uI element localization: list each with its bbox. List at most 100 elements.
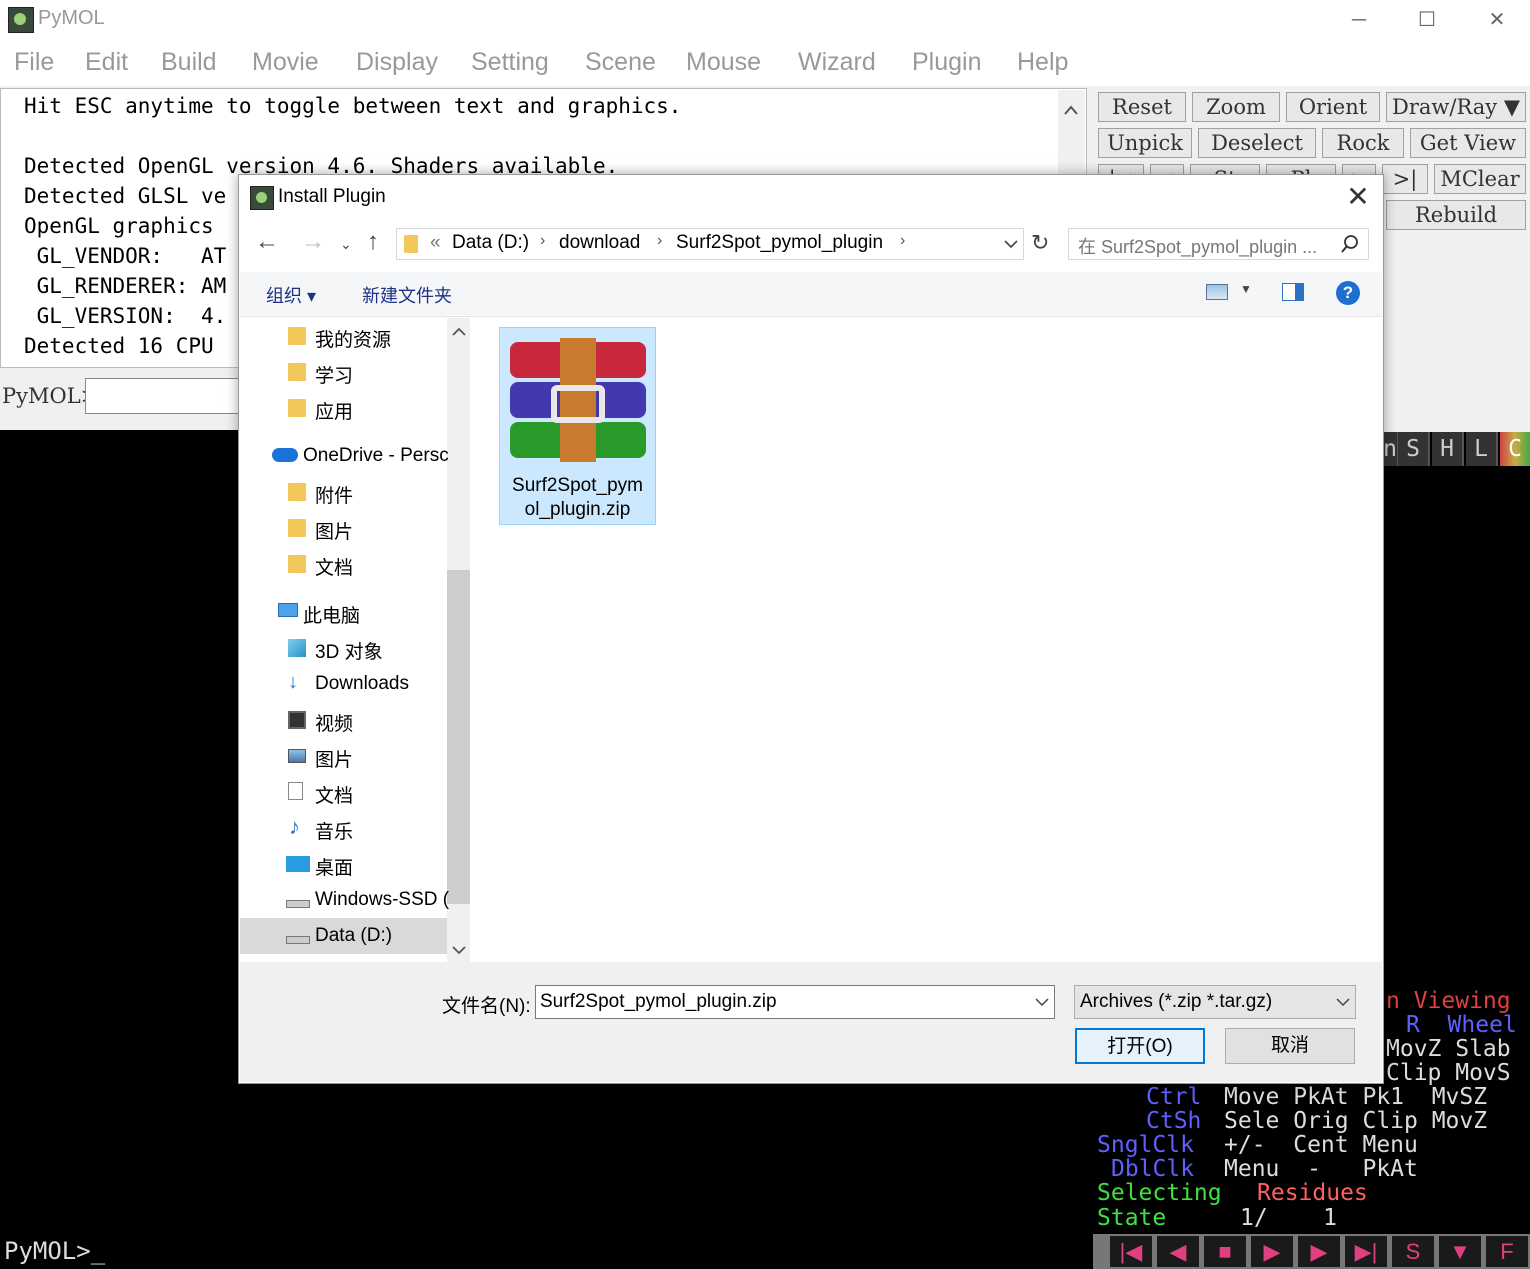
new-folder-button[interactable]: 新建文件夹 [362, 282, 452, 308]
organize-button[interactable]: 组织 ▾ [266, 282, 316, 308]
zoom-button[interactable]: Zoom [1192, 92, 1280, 122]
breadcrumb-surf2spot[interactable]: Surf2Spot_pymol_plugin [676, 232, 883, 254]
fullscreen-button[interactable]: F [1486, 1236, 1528, 1267]
get-view-button[interactable]: Get View [1410, 128, 1526, 158]
nav-item-downloads[interactable]: Downloads [315, 673, 409, 695]
refresh-icon[interactable]: ↻ [1031, 230, 1049, 256]
movie-end-button[interactable]: ▶| [1345, 1236, 1387, 1267]
menu-help[interactable]: Help [1017, 48, 1068, 77]
file-type-dropdown-chevron-icon[interactable] [1335, 994, 1351, 1010]
view-dropdown-chevron-icon[interactable]: ▼ [1240, 282, 1252, 296]
nav-item-windows-ssd[interactable]: Windows-SSD ( [315, 889, 449, 911]
nav-item-pictures-onedrive[interactable]: 图片 [315, 517, 353, 544]
state-label: State [1097, 1205, 1167, 1231]
command-input[interactable] [85, 378, 245, 414]
cube-icon [288, 639, 306, 657]
nav-item-onedrive[interactable]: OneDrive - Persc [303, 445, 449, 467]
draw-ray-button[interactable]: Draw/Ray ▼ [1386, 92, 1526, 122]
bottom-command-bar[interactable] [0, 1234, 1093, 1269]
file-name-label[interactable]: Surf2Spot_pym ol_plugin.zip [499, 474, 656, 522]
preview-pane-icon[interactable] [1282, 283, 1304, 301]
nav-item-apps[interactable]: 应用 [315, 397, 353, 424]
menu-setting[interactable]: Setting [471, 48, 549, 77]
nav-item-data-d[interactable]: Data (D:) [315, 925, 392, 947]
mclear-button[interactable]: MClear [1434, 164, 1526, 194]
forward-arrow-icon[interactable]: → [301, 228, 325, 256]
search-placeholder[interactable]: 在 Surf2Spot_pymol_plugin ... [1078, 233, 1317, 259]
open-button[interactable]: 打开(O) [1075, 1028, 1205, 1064]
nav-item-study[interactable]: 学习 [315, 361, 353, 388]
hide-button[interactable]: H [1432, 432, 1464, 466]
label-button[interactable]: L [1466, 432, 1498, 466]
movie-rewind-button[interactable]: |◀ [1110, 1236, 1152, 1267]
recent-locations-chevron-icon[interactable]: ⌄ [340, 236, 352, 253]
folder-icon [288, 399, 306, 417]
minimize-button[interactable]: ─ [1336, 4, 1382, 36]
scroll-up-chevron-icon[interactable] [450, 324, 468, 340]
help-icon[interactable]: ? [1336, 281, 1360, 305]
filename-dropdown-chevron-icon[interactable] [1034, 994, 1050, 1010]
back-arrow-icon[interactable]: ← [255, 228, 279, 256]
scroll-down-chevron-icon[interactable] [450, 942, 468, 958]
nav-item-desktop[interactable]: 桌面 [315, 853, 353, 880]
color-button[interactable]: C [1500, 432, 1530, 466]
computer-icon [278, 603, 298, 617]
close-button[interactable]: ✕ [1474, 4, 1520, 36]
filename-value[interactable]: Surf2Spot_pymol_plugin.zip [540, 991, 777, 1013]
menu-scene[interactable]: Scene [585, 48, 656, 77]
menu-edit[interactable]: Edit [85, 48, 128, 77]
nav-item-3d-objects[interactable]: 3D 对象 [315, 637, 383, 664]
movie-stop-button[interactable]: ■ [1204, 1236, 1246, 1267]
maximize-button[interactable]: ☐ [1404, 4, 1450, 36]
dialog-close-button[interactable]: ✕ [1340, 180, 1376, 214]
nav-item-attachments[interactable]: 附件 [315, 481, 353, 508]
object-name-cutoff[interactable]: n [1383, 432, 1399, 466]
up-arrow-icon[interactable]: ↑ [367, 228, 379, 256]
filename-label: 文件名(N): [442, 996, 531, 1017]
breadcrumb-chevron-icon[interactable]: › [540, 232, 545, 250]
nav-item-this-pc[interactable]: 此电脑 [303, 601, 360, 628]
menu-file[interactable]: File [14, 48, 54, 77]
menu-display[interactable]: Display [356, 48, 438, 77]
menu-plugin[interactable]: Plugin [912, 48, 982, 77]
movie-play-button[interactable]: ▶ [1251, 1236, 1293, 1267]
rock-button[interactable]: Rock [1322, 128, 1404, 158]
nav-item-music[interactable]: 音乐 [315, 817, 353, 844]
menu-mouse[interactable]: Mouse [686, 48, 761, 77]
movie-scene-button[interactable]: S [1392, 1236, 1434, 1267]
breadcrumb-data-d[interactable]: Data (D:) [452, 232, 529, 254]
movie-forward-button[interactable]: ▶ [1298, 1236, 1340, 1267]
nav-item-documents-onedrive[interactable]: 文档 [315, 553, 353, 580]
music-icon: ♪ [289, 814, 300, 839]
file-type-value[interactable]: Archives (*.zip *.tar.gz) [1080, 991, 1272, 1013]
nav-item-my-resources[interactable]: 我的资源 [315, 325, 391, 352]
show-button[interactable]: S [1398, 432, 1430, 466]
movie-menu-button[interactable]: ▼ [1439, 1236, 1481, 1267]
movie-back-button[interactable]: ◀ [1157, 1236, 1199, 1267]
menu-wizard[interactable]: Wizard [798, 48, 876, 77]
breadcrumb-download[interactable]: download [559, 232, 640, 254]
deselect-button[interactable]: Deselect [1198, 128, 1316, 158]
breadcrumb-overflow[interactable]: « [430, 232, 441, 254]
state-value: 1/ 1 [1240, 1205, 1337, 1231]
breadcrumb-chevron-icon[interactable]: › [657, 232, 662, 250]
bottom-command-prompt[interactable]: PyMOL>_ [4, 1237, 105, 1265]
nav-scrollbar-thumb[interactable] [447, 570, 470, 904]
cancel-button[interactable]: 取消 [1225, 1028, 1355, 1064]
nav-item-videos[interactable]: 视频 [315, 709, 353, 736]
view-options-icon[interactable] [1206, 284, 1228, 300]
breadcrumb-chevron-icon[interactable]: › [900, 232, 905, 250]
output-line: Detected GLSL ve [24, 184, 227, 208]
address-dropdown-chevron-icon[interactable] [1002, 236, 1020, 252]
unpick-button[interactable]: Unpick [1098, 128, 1192, 158]
orient-button[interactable]: Orient [1286, 92, 1380, 122]
nav-item-pictures[interactable]: 图片 [315, 745, 353, 772]
rebuild-button[interactable]: Rebuild [1386, 200, 1526, 230]
nav-item-documents[interactable]: 文档 [315, 781, 353, 808]
menu-build[interactable]: Build [161, 48, 217, 77]
reset-button[interactable]: Reset [1098, 92, 1186, 122]
selecting-mode[interactable]: Residues [1257, 1180, 1368, 1206]
search-icon[interactable] [1340, 234, 1360, 254]
menu-movie[interactable]: Movie [252, 48, 319, 77]
last-frame-button[interactable]: >| [1382, 164, 1428, 194]
